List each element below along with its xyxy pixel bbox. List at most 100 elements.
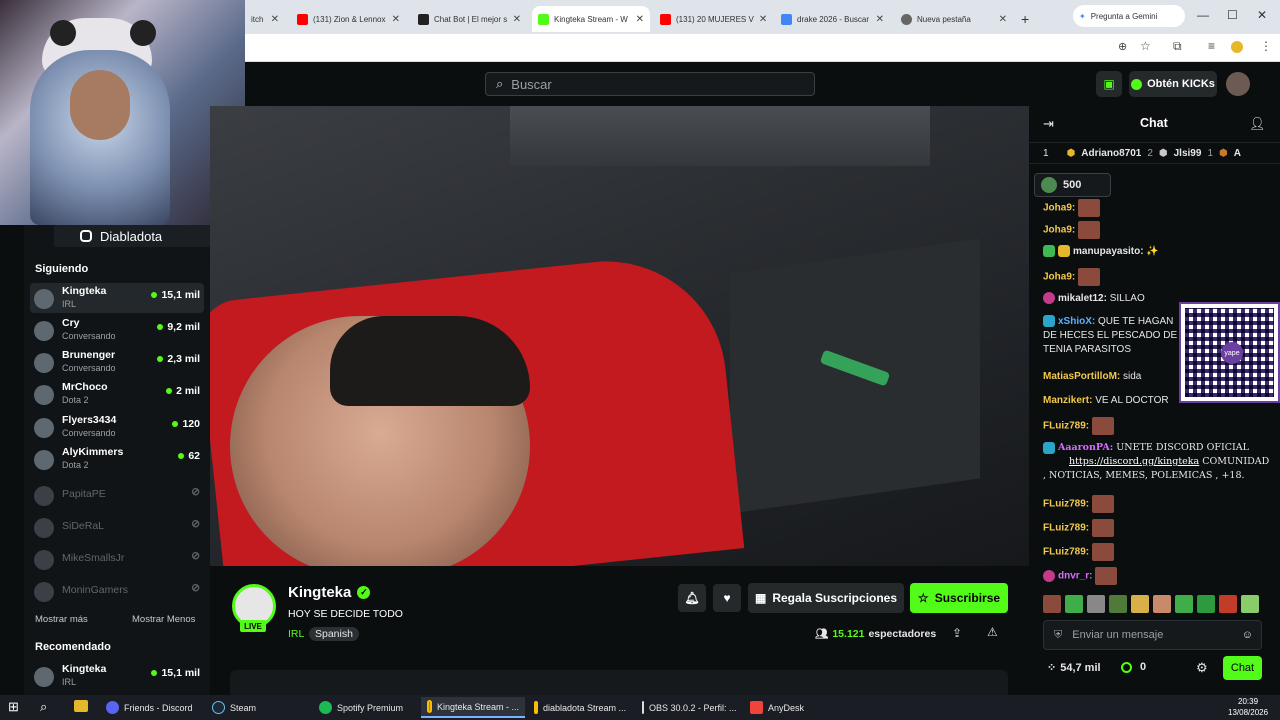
sidebar-item-moningamers[interactable]: MoninGamers ⊘ [30,576,204,606]
send-chat-button[interactable]: Chat [1223,656,1262,680]
emote-icon[interactable] [1153,595,1171,613]
sidebar-item-sideral[interactable]: SiDeRaL ⊘ [30,512,204,542]
taskbar-item-chrome-kingteka[interactable]: Kingteka Stream - ... [421,697,525,718]
taskbar-clock[interactable]: 20:39 13/08/2026 [1228,696,1268,718]
chat-user[interactable]: FLuiz789: [1043,523,1089,534]
category-link[interactable]: IRL [288,628,304,640]
emote-icon[interactable] [1065,595,1083,613]
emote-icon [1078,199,1101,217]
taskbar-item-discord[interactable]: Friends - Discord [100,697,204,718]
subscribe-button[interactable]: ☆ Suscribirse [910,583,1008,613]
search-input[interactable]: ⌕ Buscar [485,72,815,96]
extensions-icon[interactable]: ⧉ [1173,39,1182,54]
chat-user[interactable]: FLuiz789: [1043,547,1089,558]
sidebar-item-papitape[interactable]: PapitaPE ⊘ [30,480,204,510]
emote-icon[interactable] [1219,595,1237,613]
browser-tab[interactable]: (131) Zion & Lennox ✕ [291,6,406,32]
chat-user[interactable]: AaaronPA: [1058,442,1113,453]
windows-start-icon[interactable]: ⊞ [8,699,19,715]
gift-subscriptions-button[interactable]: ▦ Regala Suscripciones [748,583,904,613]
close-icon[interactable]: ✕ [271,14,279,25]
sidebar-item-alykimmers[interactable]: AlyKimmers Dota 2 62 [30,444,204,474]
emoji-icon[interactable]: ☺ [1242,629,1253,641]
chat-user[interactable]: mikalet12: [1058,293,1107,304]
media-icon[interactable]: ≡ [1208,39,1215,53]
taskbar-item-chrome-diabladota[interactable]: diabladota Stream ... [528,697,632,718]
taskbar-item-spotify[interactable]: Spotify Premium [313,697,417,718]
chat-input[interactable]: ⛨ Enviar un mensaje ☺ [1043,620,1262,650]
star-icon[interactable]: ☆ [1140,39,1151,53]
chat-user[interactable]: Joha9: [1043,225,1075,236]
emote-icon[interactable] [1131,595,1149,613]
taskbar-item-obs[interactable]: OBS 30.0.2 - Perfil: ... [636,697,740,718]
emote-icon[interactable] [1175,595,1193,613]
browser-tab-active[interactable]: Kingteka Stream - W ✕ [532,6,650,32]
collapse-chat-icon[interactable]: ⇥ [1043,116,1054,132]
notifications-button[interactable]: 🔔︎ [678,584,706,612]
close-icon[interactable]: ✕ [636,14,644,25]
chat-user[interactable]: MatiasPortilloM: [1043,371,1120,382]
kicks-balance[interactable]: 0 [1121,661,1146,673]
language-tag[interactable]: Spanish [309,627,359,641]
show-more-link[interactable]: Mostrar más [35,614,88,625]
avatar[interactable] [1226,72,1250,96]
sidebar-item-kingteka[interactable]: Kingteka IRL 15,1 mil [30,283,204,313]
close-icon[interactable]: ✕ [392,14,400,25]
chat-user[interactable]: xShioX: [1058,316,1095,327]
report-icon[interactable]: ⚠ [987,625,998,639]
show-less-link[interactable]: Mostrar Menos [132,614,195,625]
new-tab-button[interactable]: + [1015,6,1037,32]
emote-icon[interactable] [1087,595,1105,613]
sidebar-item-mrchoco[interactable]: MrChoco Dota 2 2 mil [30,379,204,409]
close-icon[interactable]: ✕ [759,14,767,25]
chat-user[interactable]: FLuiz789: [1043,421,1089,432]
close-icon[interactable]: ✕ [999,14,1007,25]
chat-users-icon[interactable]: 👤︎ [1249,116,1266,132]
close-window-icon[interactable]: ✕ [1257,8,1267,22]
follow-button[interactable]: ♥ [713,584,741,612]
gemini-button[interactable]: ✦ Pregunta a Gemini [1073,5,1185,27]
browser-tab[interactable]: (131) 20 MUJERES V ✕ [654,6,769,32]
get-kicks-button[interactable]: Obtén KICKs [1129,71,1217,97]
file-explorer-icon[interactable] [74,700,88,712]
discord-link[interactable]: https://discord.gg/kingteka [1069,456,1199,467]
share-icon[interactable]: ⇪ [952,626,962,640]
chat-user[interactable]: Joha9: [1043,272,1075,283]
browser-tab[interactable]: drake 2026 - Buscar ✕ [775,6,890,32]
channel-points[interactable]: ⁘ 54,7 mil [1047,661,1101,675]
taskbar-item-steam[interactable]: Steam [206,697,310,718]
emote-icon[interactable] [1043,595,1061,613]
gear-icon[interactable]: ⚙ [1196,660,1208,676]
browser-tab[interactable]: Chat Bot | El mejor s ✕ [412,6,527,32]
taskbar-item-anydesk[interactable]: AnyDesk [744,697,834,718]
chat-user[interactable]: dnvr_r: [1058,571,1092,582]
browser-tab[interactable]: Nueva pestaña ✕ [895,6,1013,32]
sidebar-item-mikesmallsjr[interactable]: MikeSmallsJr ⊘ [30,544,204,574]
chat-user[interactable]: manupayasito: [1073,246,1144,257]
profile-icon[interactable] [1231,41,1243,53]
search-icon[interactable]: ⌕ [40,699,47,715]
sidebar-item-recommended-kingteka[interactable]: Kingteka IRL 15,1 mil [30,661,204,691]
sidebar-item-cry[interactable]: Cry Conversando 9,2 mil [30,315,204,345]
channel-name[interactable]: Kingteka [288,584,351,601]
sidebar-item-brunenger[interactable]: Brunenger Conversando 2,3 mil [30,347,204,377]
maximize-icon[interactable]: ☐ [1227,8,1238,22]
chatbot-icon [418,13,429,25]
zoom-icon[interactable]: ⊕ [1118,40,1127,53]
emote-icon[interactable] [1241,595,1259,613]
chat-user[interactable]: Joha9: [1043,203,1075,214]
emote-icon[interactable] [1197,595,1215,613]
video-player[interactable] [210,106,1029,566]
sidebar-item-flyers3434[interactable]: Flyers3434 Conversando 120 [30,412,204,442]
chat-user[interactable]: FLuiz789: [1043,499,1089,510]
pinned-gift[interactable]: 500 [1034,173,1111,197]
minimize-icon[interactable]: — [1197,8,1209,22]
drops-icon[interactable]: ▣ [1096,71,1122,97]
emote-icon[interactable] [1109,595,1127,613]
close-icon[interactable]: ✕ [513,14,521,25]
chat-user[interactable]: Manzikert: [1043,395,1092,406]
kebab-menu-icon[interactable]: ⋮ [1260,39,1272,53]
browser-tab[interactable]: itch ✕ [245,6,285,32]
chat-message: FLuiz789: [1043,495,1273,513]
close-icon[interactable]: ✕ [876,14,884,25]
